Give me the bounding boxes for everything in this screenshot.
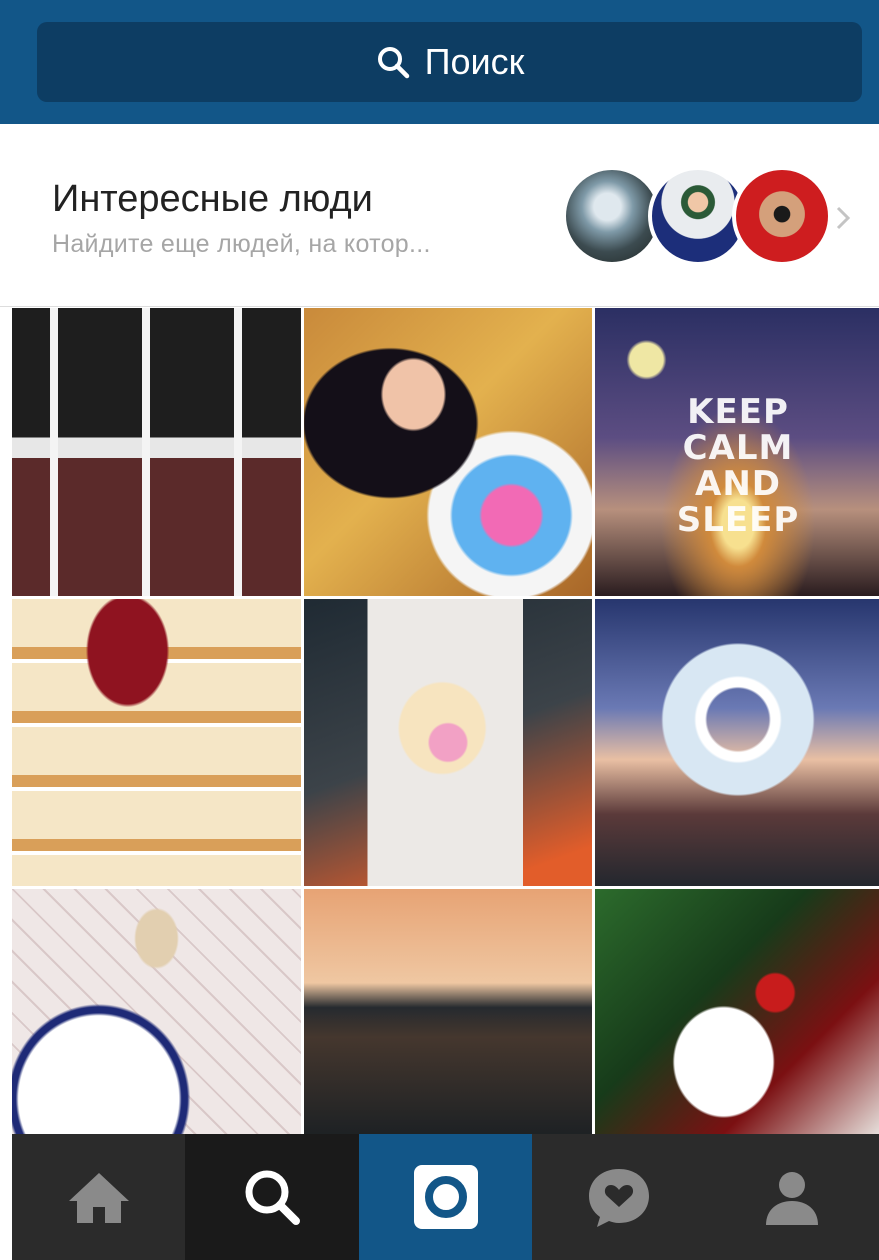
search-icon [375,44,411,80]
photo-grid: KEEP CALM AND SLEEP [12,308,879,1136]
search-label: Поиск [424,41,525,82]
home-icon [68,1173,129,1223]
photo-phone-case[interactable] [304,599,592,886]
keep-calm-text: KEEP CALM AND SLEEP [676,392,800,540]
search-icon [245,1170,301,1225]
suggested-title: Интересные люди [52,178,373,220]
tab-profile[interactable] [706,1134,879,1260]
tab-home[interactable] [12,1134,185,1260]
photo-bicycle[interactable] [12,308,301,596]
tab-camera[interactable] [358,1134,533,1260]
photo-table-setting[interactable] [595,889,879,1136]
photo-woman-flowers[interactable] [304,308,592,596]
explore-screen: Поиск Интересные люди Найдите еще людей,… [0,0,879,1260]
photo-sunset-lake[interactable] [304,889,592,1136]
camera-icon [413,1165,478,1229]
activity-heart-icon [588,1169,649,1227]
suggested-people-row[interactable]: Интересные люди Найдите еще людей, на ко… [0,124,879,307]
search-bar[interactable]: Поиск [37,22,862,102]
header: Поиск [0,0,879,124]
tab-activity[interactable] [532,1134,705,1260]
suggested-subtitle: Найдите еще людей, на котор... [52,230,431,258]
avatar-person-mountain[interactable] [562,166,662,266]
tab-search[interactable] [185,1134,359,1260]
photo-pancakes[interactable] [12,599,301,886]
chevron-right-icon[interactable] [833,204,853,232]
profile-icon [766,1172,819,1225]
tab-bar [12,1134,879,1260]
photo-coffee-table[interactable] [12,889,301,1136]
photo-sparkler-ring[interactable] [595,599,879,886]
photo-keep-calm[interactable]: KEEP CALM AND SLEEP [595,308,879,596]
avatar-person-goggles[interactable] [732,166,832,266]
